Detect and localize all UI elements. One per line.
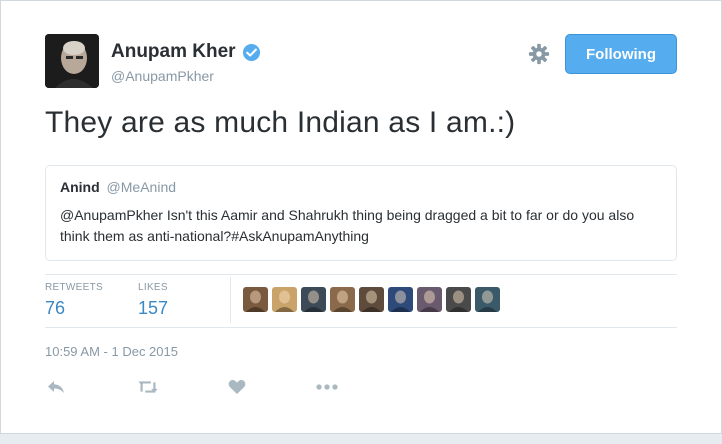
liker-avatar[interactable] [388,287,413,312]
liker-avatar[interactable] [475,287,500,312]
retweets-count[interactable]: 76 [45,298,103,319]
like-heart-icon[interactable] [226,377,248,397]
tweet-actions [45,377,338,397]
quoted-author-handle[interactable]: @MeAnind [107,179,176,195]
liker-avatar[interactable] [243,287,268,312]
author-handle[interactable]: @AnupamPkher [111,68,214,84]
retweet-icon[interactable] [137,377,159,397]
reply-icon[interactable] [45,377,67,397]
quoted-tweet-text: @AnupamPkher Isn't this Aamir and Shahru… [60,207,635,244]
tweet-timestamp[interactable]: 10:59 AM - 1 Dec 2015 [45,344,178,359]
following-button[interactable]: Following [565,34,677,74]
more-options-icon[interactable] [316,377,338,397]
liker-avatar[interactable] [301,287,326,312]
tweet-card: Anupam Kher @AnupamPkher Following They … [0,0,722,434]
gear-icon[interactable] [528,43,550,65]
quoted-tweet-header: Anind @MeAnind [60,179,662,195]
likers-avatars [243,287,500,312]
verified-badge-icon [242,43,260,61]
stats-divider-top [45,274,677,275]
likes-count[interactable]: 157 [138,298,168,319]
retweets-stat[interactable]: RETWEETS 76 [45,282,103,319]
author-name-row[interactable]: Anupam Kher [111,41,261,63]
liker-avatar[interactable] [272,287,297,312]
author-name[interactable]: Anupam Kher [111,41,236,63]
retweets-label: RETWEETS [45,282,103,293]
quoted-author-name[interactable]: Anind [60,179,100,195]
avatar[interactable] [45,34,99,88]
liker-avatar[interactable] [446,287,471,312]
likes-stat[interactable]: LIKES 157 [138,282,168,319]
stats-separator [230,277,231,323]
liker-avatar[interactable] [417,287,442,312]
liker-avatar[interactable] [330,287,355,312]
likes-label: LIKES [138,282,168,293]
quoted-tweet[interactable]: Anind @MeAnind @AnupamPkher Isn't this A… [45,165,677,261]
liker-avatar[interactable] [359,287,384,312]
tweet-text: They are as much Indian as I am.:) [45,106,516,139]
stats-divider-bottom [45,327,677,328]
